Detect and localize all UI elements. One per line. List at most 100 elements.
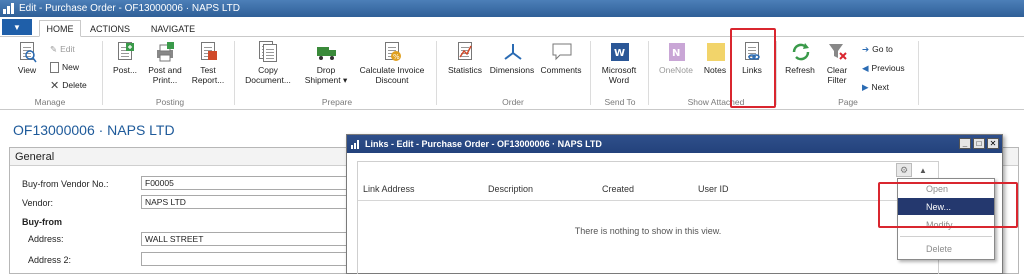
refresh-icon xyxy=(790,41,810,63)
onenote-button[interactable]: N OneNote xyxy=(654,41,698,75)
page-title: OF13000006 · NAPS LTD xyxy=(13,122,175,138)
group-separator xyxy=(590,41,591,105)
calculate-invoice-discount-label-1: Calculate Invoice xyxy=(359,65,425,75)
comments-label: Comments xyxy=(540,65,582,75)
previous-button[interactable]: ◀ Previous xyxy=(862,62,905,74)
group-label-posting: Posting xyxy=(155,97,185,107)
delete-button[interactable]: ✕ Delete xyxy=(50,79,87,92)
actions-gear-icon[interactable]: ⚙ xyxy=(896,163,912,177)
vendor-label: Vendor: xyxy=(22,198,54,208)
copy-document-button[interactable]: Copy Document... xyxy=(240,41,296,85)
comments-button[interactable]: Comments xyxy=(538,41,584,75)
delete-label: Delete xyxy=(62,80,87,90)
tab-actions[interactable]: ACTIONS xyxy=(86,20,134,37)
buy-from-vendor-no-field[interactable]: F00005 xyxy=(141,176,347,190)
printer-icon xyxy=(155,41,175,63)
vendor-field[interactable]: NAPS LTD xyxy=(141,195,347,209)
copy-document-label-1: Copy xyxy=(258,65,278,75)
post-and-print-button[interactable]: Post and Print... xyxy=(144,41,186,85)
address-field[interactable]: WALL STREET xyxy=(141,232,347,246)
empty-list-message: There is nothing to show in this view. xyxy=(574,226,722,236)
buy-from-vendor-no-label: Buy-from Vendor No.: xyxy=(22,179,109,189)
window-title-bar: Edit - Purchase Order - OF13000006 · NAP… xyxy=(0,0,1024,17)
svg-text:N: N xyxy=(672,48,680,59)
clear-filter-label-1: Clear xyxy=(826,65,848,75)
calculate-invoice-discount-button[interactable]: % Calculate Invoice Discount xyxy=(355,41,429,85)
statistics-label: Statistics xyxy=(447,65,482,75)
calculate-invoice-discount-label-2: Discount xyxy=(375,75,409,85)
notes-button[interactable]: Notes xyxy=(700,41,730,75)
next-button[interactable]: ▶ Next xyxy=(862,81,889,93)
address-value: WALL STREET xyxy=(145,234,204,244)
column-header-created[interactable]: Created xyxy=(602,184,634,194)
group-separator xyxy=(648,41,649,105)
clear-filter-label-2: Filter xyxy=(827,75,847,85)
view-button[interactable]: View xyxy=(12,41,42,75)
copy-document-icon xyxy=(258,41,278,63)
drop-shipment-label-2-wrap: Shipment ▾ xyxy=(305,75,348,85)
annotation-highlight-new xyxy=(878,182,1018,228)
vendor-value: NAPS LTD xyxy=(145,197,186,207)
collapse-chevron-icon[interactable]: ▲ xyxy=(917,163,929,177)
statistics-icon xyxy=(455,41,475,63)
test-report-label-1: Test xyxy=(200,65,216,75)
column-header-user-id[interactable]: User ID xyxy=(698,184,729,194)
drop-shipment-label-2: Shipment xyxy=(304,75,341,85)
column-header-description[interactable]: Description xyxy=(488,184,533,194)
refresh-label: Refresh xyxy=(785,65,815,75)
post-and-print-label-1: Post and xyxy=(148,65,182,75)
copy-document-label-2: Document... xyxy=(245,75,291,85)
calculate-discount-icon: % xyxy=(382,41,402,63)
address-2-label: Address 2: xyxy=(28,255,72,265)
minimize-button[interactable]: _ xyxy=(959,138,971,149)
ribbon: View ✎ Edit New ✕ Delete Manage Post... … xyxy=(0,37,1024,110)
dimensions-button[interactable]: Dimensions xyxy=(488,41,536,75)
chevron-down-icon: ▼ xyxy=(13,22,21,32)
tab-navigate[interactable]: NAVIGATE xyxy=(144,20,202,37)
tab-home[interactable]: HOME xyxy=(39,20,81,37)
app-menu-button[interactable]: ▼ xyxy=(2,19,32,35)
column-header-link-address[interactable]: Link Address xyxy=(363,184,415,194)
statistics-button[interactable]: Statistics xyxy=(444,41,486,75)
new-label: New xyxy=(62,62,80,72)
microsoft-word-label-1: Microsoft xyxy=(601,65,637,75)
microsoft-word-label-2: Word xyxy=(608,75,630,85)
group-label-order: Order xyxy=(502,97,524,107)
delete-x-icon: ✕ xyxy=(50,79,60,92)
edit-button[interactable]: ✎ Edit xyxy=(50,43,75,55)
post-button[interactable]: Post... xyxy=(108,41,142,75)
group-separator xyxy=(102,41,103,105)
clear-filter-button[interactable]: Clear Filter xyxy=(820,41,854,85)
test-report-button[interactable]: Test Report... xyxy=(188,41,228,85)
links-dialog-title-bar: Links - Edit - Purchase Order - OF130000… xyxy=(347,135,1002,153)
menu-item-delete[interactable]: Delete xyxy=(898,240,994,257)
arrow-right-small-icon: ▶ xyxy=(862,81,869,92)
buy-from-heading: Buy-from xyxy=(22,217,62,227)
word-icon: W xyxy=(609,41,629,63)
comments-icon xyxy=(551,41,572,63)
view-icon xyxy=(17,41,37,63)
group-separator xyxy=(436,41,437,105)
arrow-right-icon: ➔ xyxy=(862,43,870,54)
post-label: Post... xyxy=(112,65,138,75)
maximize-button[interactable]: □ xyxy=(973,138,985,149)
previous-label: Previous xyxy=(871,63,905,73)
svg-text:%: % xyxy=(393,53,400,61)
address-label: Address: xyxy=(28,234,64,244)
menu-separator xyxy=(900,236,992,237)
group-label-page: Page xyxy=(838,97,858,107)
pencil-icon: ✎ xyxy=(50,43,58,54)
tab-navigate-label: NAVIGATE xyxy=(150,23,196,34)
links-list: Link Address Description Created User ID… xyxy=(357,161,939,274)
dropdown-arrow-icon: ▾ xyxy=(343,75,348,85)
new-button[interactable]: New xyxy=(50,61,79,73)
app-logo-icon xyxy=(3,3,15,14)
drop-shipment-button[interactable]: Drop Shipment ▾ xyxy=(298,41,354,85)
close-button[interactable]: ✕ xyxy=(987,138,999,149)
group-separator xyxy=(776,41,777,105)
microsoft-word-button[interactable]: W Microsoft Word xyxy=(596,41,642,85)
refresh-button[interactable]: Refresh xyxy=(782,41,818,75)
header-divider xyxy=(358,200,938,201)
address-2-field[interactable] xyxy=(141,252,347,266)
go-to-button[interactable]: ➔ Go to xyxy=(862,43,893,55)
